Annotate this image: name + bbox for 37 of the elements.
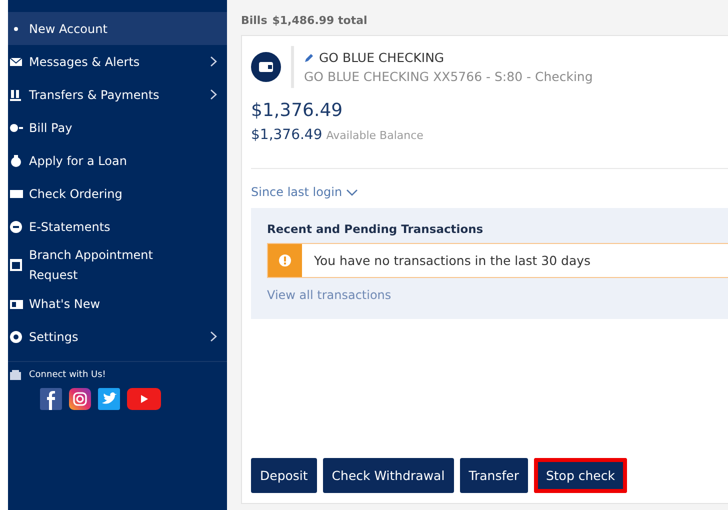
account-balance: $1,376.49 <box>251 100 344 121</box>
action-button[interactable]: Deposit <box>251 458 317 493</box>
bills-label: Bills <box>241 14 268 27</box>
action-button[interactable]: Transfer <box>460 458 528 493</box>
exclamation-icon <box>268 244 302 277</box>
sidebar-item[interactable]: Apply for a Loan <box>8 144 227 177</box>
alert-message-bar: You have no transactions in the last 30 days <box>267 243 728 278</box>
sidebar-item[interactable]: Settings <box>8 320 227 353</box>
sidebar-item[interactable]: Transfers & Payments <box>8 78 227 111</box>
available-balance-label: Available Balance <box>326 129 424 142</box>
building-icon <box>10 370 21 380</box>
menu-item-icon <box>10 88 23 102</box>
instagram-icon[interactable] <box>69 388 91 410</box>
since-last-login-toggle[interactable]: Since last login <box>251 185 358 199</box>
available-balance: $1,376.49 <box>251 127 322 143</box>
bird-icon[interactable] <box>98 388 120 410</box>
pencil-icon[interactable] <box>304 52 314 62</box>
account-description: GO BLUE CHECKING XX5766 - S:80 - Checking <box>304 69 593 84</box>
sidebar-item[interactable]: Branch Appointment Request <box>8 243 227 287</box>
action-button[interactable]: Check Withdrawal <box>322 458 454 493</box>
play-icon[interactable] <box>127 388 161 410</box>
chevron-down-icon <box>346 188 358 196</box>
menu-item-icon <box>10 154 23 168</box>
sidebar-item[interactable]: Messages & Alerts <box>8 45 227 78</box>
sidebar-item[interactable]: New Account <box>8 12 227 45</box>
menu-item-icon <box>14 26 18 30</box>
sidebar-item[interactable]: Check Ordering <box>8 177 227 210</box>
sidebar-item[interactable]: Bill Pay <box>8 111 227 144</box>
sidebar-item[interactable]: E-Statements <box>8 210 227 243</box>
connect-label: Connect with Us! <box>29 370 106 380</box>
bills-total: $1,486.99 total <box>272 14 368 27</box>
panel-title: Recent and Pending Transactions <box>267 222 484 236</box>
wallet-icon <box>251 52 281 82</box>
sidebar-item[interactable]: What's New <box>8 287 227 320</box>
action-button[interactable]: Stop check <box>534 458 627 493</box>
account-nickname: GO BLUE CHECKING <box>319 50 444 65</box>
facebook-icon[interactable] <box>40 388 62 410</box>
